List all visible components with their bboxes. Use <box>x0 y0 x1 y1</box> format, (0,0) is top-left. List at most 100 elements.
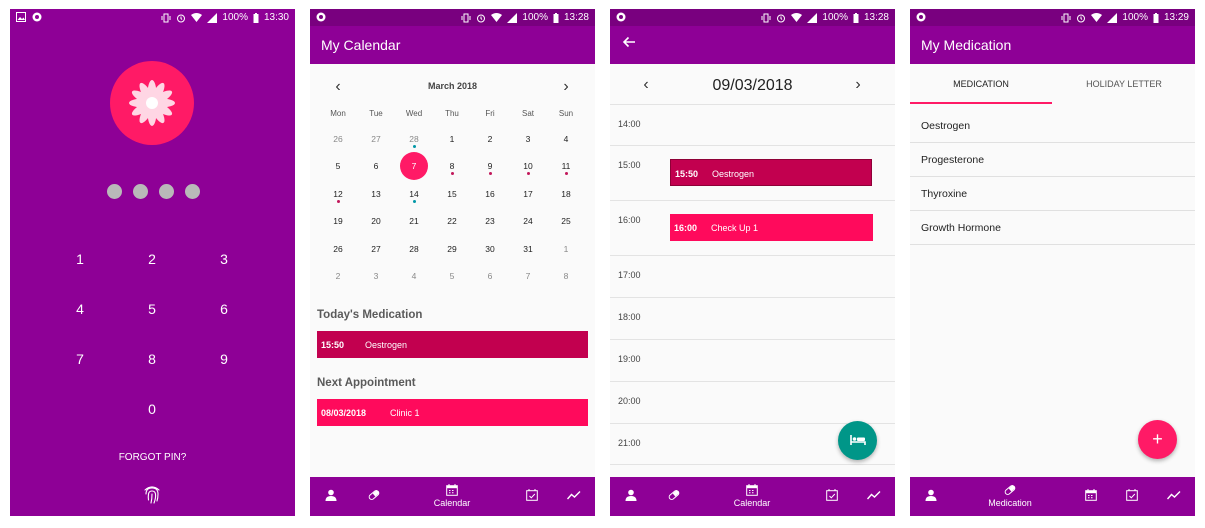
nav-tasks[interactable] <box>821 477 843 516</box>
calendar-day[interactable]: 6 <box>357 156 395 183</box>
calendar-day[interactable]: 27 <box>357 129 395 156</box>
next-appointment-item[interactable]: 08/03/2018 Clinic 1 <box>317 399 588 426</box>
keypad-key-2[interactable]: 2 <box>132 244 172 274</box>
hour-row[interactable]: 18:00 <box>610 297 895 339</box>
keypad-key-8[interactable]: 8 <box>132 344 172 374</box>
signal-icon <box>207 12 218 23</box>
nav-profile[interactable] <box>920 477 942 516</box>
nav-medication[interactable] <box>663 477 685 516</box>
nav-tasks[interactable] <box>1121 477 1143 516</box>
calendar-day[interactable]: 12 <box>319 184 357 211</box>
nav-calendar[interactable]: Calendar <box>425 477 479 516</box>
alarm-icon <box>777 14 786 22</box>
calendar-day[interactable]: 5 <box>433 266 471 293</box>
calendar-day[interactable]: 17 <box>509 184 547 211</box>
hour-row[interactable]: 14:00 <box>610 104 895 145</box>
calendar-day[interactable]: 8 <box>547 266 585 293</box>
calendar-day[interactable]: 1 <box>547 239 585 266</box>
calendar-day[interactable]: 2 <box>319 266 357 293</box>
medication-time: 15:50 <box>321 340 345 350</box>
calendar-day[interactable]: 19 <box>319 211 357 238</box>
add-medication-fab[interactable]: + <box>1138 420 1177 459</box>
calendar-day[interactable]: 3 <box>357 266 395 293</box>
hour-row[interactable]: 17:00 <box>610 255 895 297</box>
keypad-key-7[interactable]: 7 <box>60 344 100 374</box>
keypad-key-3[interactable]: 3 <box>204 244 244 274</box>
list-item[interactable]: Progesterone <box>910 143 1195 177</box>
calendar-day[interactable]: 23 <box>471 211 509 238</box>
keypad-key-4[interactable]: 4 <box>60 294 100 324</box>
todays-medication-item[interactable]: 15:50 Oestrogen <box>317 331 588 358</box>
calendar-day[interactable]: 1 <box>433 129 471 156</box>
list-item[interactable]: Oestrogen <box>910 109 1195 143</box>
calendar-day[interactable]: 20 <box>357 211 395 238</box>
fingerprint-icon[interactable] <box>141 483 163 505</box>
calendar-day[interactable]: 10 <box>509 156 547 183</box>
calendar-day[interactable]: 21 <box>395 211 433 238</box>
next-day-button[interactable]: › <box>850 77 866 93</box>
calendar-day[interactable]: 6 <box>471 266 509 293</box>
day-event[interactable]: 16:00 Check Up 1 <box>670 214 873 241</box>
nav-medication[interactable]: Medication <box>979 477 1041 516</box>
calendar-day[interactable]: 26 <box>319 239 357 266</box>
calendar-day[interactable]: 29 <box>433 239 471 266</box>
calendar-day[interactable]: 8 <box>433 156 471 183</box>
calendar-day[interactable]: 27 <box>357 239 395 266</box>
nav-progress[interactable] <box>863 477 885 516</box>
calendar-day[interactable]: 31 <box>509 239 547 266</box>
forgot-pin-link[interactable]: FORGOT PIN? <box>10 452 295 463</box>
medication-name: Oestrogen <box>921 120 971 132</box>
calendar-day-number: 18 <box>561 189 571 199</box>
calendar-day[interactable]: 22 <box>433 211 471 238</box>
battery-icon <box>253 12 259 23</box>
nav-medication[interactable] <box>363 477 385 516</box>
nav-calendar[interactable]: Calendar <box>725 477 779 516</box>
keypad-key-1[interactable]: 1 <box>60 244 100 274</box>
nav-progress[interactable] <box>1163 477 1185 516</box>
tab-medication[interactable]: MEDICATION <box>910 64 1052 104</box>
next-month-button[interactable]: › <box>558 79 574 95</box>
calendar-day[interactable]: 30 <box>471 239 509 266</box>
list-item[interactable]: Thyroxine <box>910 177 1195 211</box>
status-bar: 100% 13:28 <box>310 9 595 26</box>
nav-calendar[interactable] <box>1080 477 1102 516</box>
calendar-day[interactable]: 2 <box>471 129 509 156</box>
calendar-day[interactable]: 24 <box>509 211 547 238</box>
keypad-key-6[interactable]: 6 <box>204 294 244 324</box>
alarm-icon <box>477 14 486 22</box>
list-item[interactable]: Growth Hormone <box>910 211 1195 245</box>
calendar-day[interactable]: 18 <box>547 184 585 211</box>
calendar-day[interactable]: 26 <box>319 129 357 156</box>
calendar-day[interactable]: 3 <box>509 129 547 156</box>
calendar-day[interactable]: 28 <box>395 239 433 266</box>
nav-profile[interactable] <box>620 477 642 516</box>
calendar-day[interactable]: 4 <box>395 266 433 293</box>
calendar-day[interactable]: 7 <box>395 152 433 183</box>
hour-row[interactable]: 20:00 <box>610 381 895 423</box>
nav-tasks[interactable] <box>521 477 543 516</box>
keypad-key-9[interactable]: 9 <box>204 344 244 374</box>
calendar-day[interactable]: 7 <box>509 266 547 293</box>
nav-progress[interactable] <box>563 477 585 516</box>
calendar-day[interactable]: 16 <box>471 184 509 211</box>
calendar-day-number: 27 <box>371 134 381 144</box>
keypad-key-0[interactable]: 0 <box>132 394 172 424</box>
keypad-key-5[interactable]: 5 <box>132 294 172 324</box>
calendar-day[interactable]: 13 <box>357 184 395 211</box>
wifi-icon <box>491 12 503 22</box>
calendar-day[interactable]: 11 <box>547 156 585 183</box>
calendar-day[interactable]: 25 <box>547 211 585 238</box>
add-appointment-fab[interactable] <box>838 421 877 460</box>
tab-holiday-letter[interactable]: HOLIDAY LETTER <box>1053 64 1195 104</box>
calendar-day[interactable]: 4 <box>547 129 585 156</box>
medication-name: Oestrogen <box>365 340 408 350</box>
calendar-day[interactable]: 14 <box>395 184 433 211</box>
calendar-day[interactable]: 9 <box>471 156 509 183</box>
calendar-day[interactable]: 5 <box>319 156 357 183</box>
nav-profile[interactable] <box>320 477 342 516</box>
hour-row[interactable]: 19:00 <box>610 339 895 381</box>
back-arrow-icon[interactable] <box>622 35 636 49</box>
event-time: 16:00 <box>674 223 698 233</box>
calendar-day[interactable]: 15 <box>433 184 471 211</box>
day-event[interactable]: 15:50 Oestrogen <box>670 159 872 186</box>
